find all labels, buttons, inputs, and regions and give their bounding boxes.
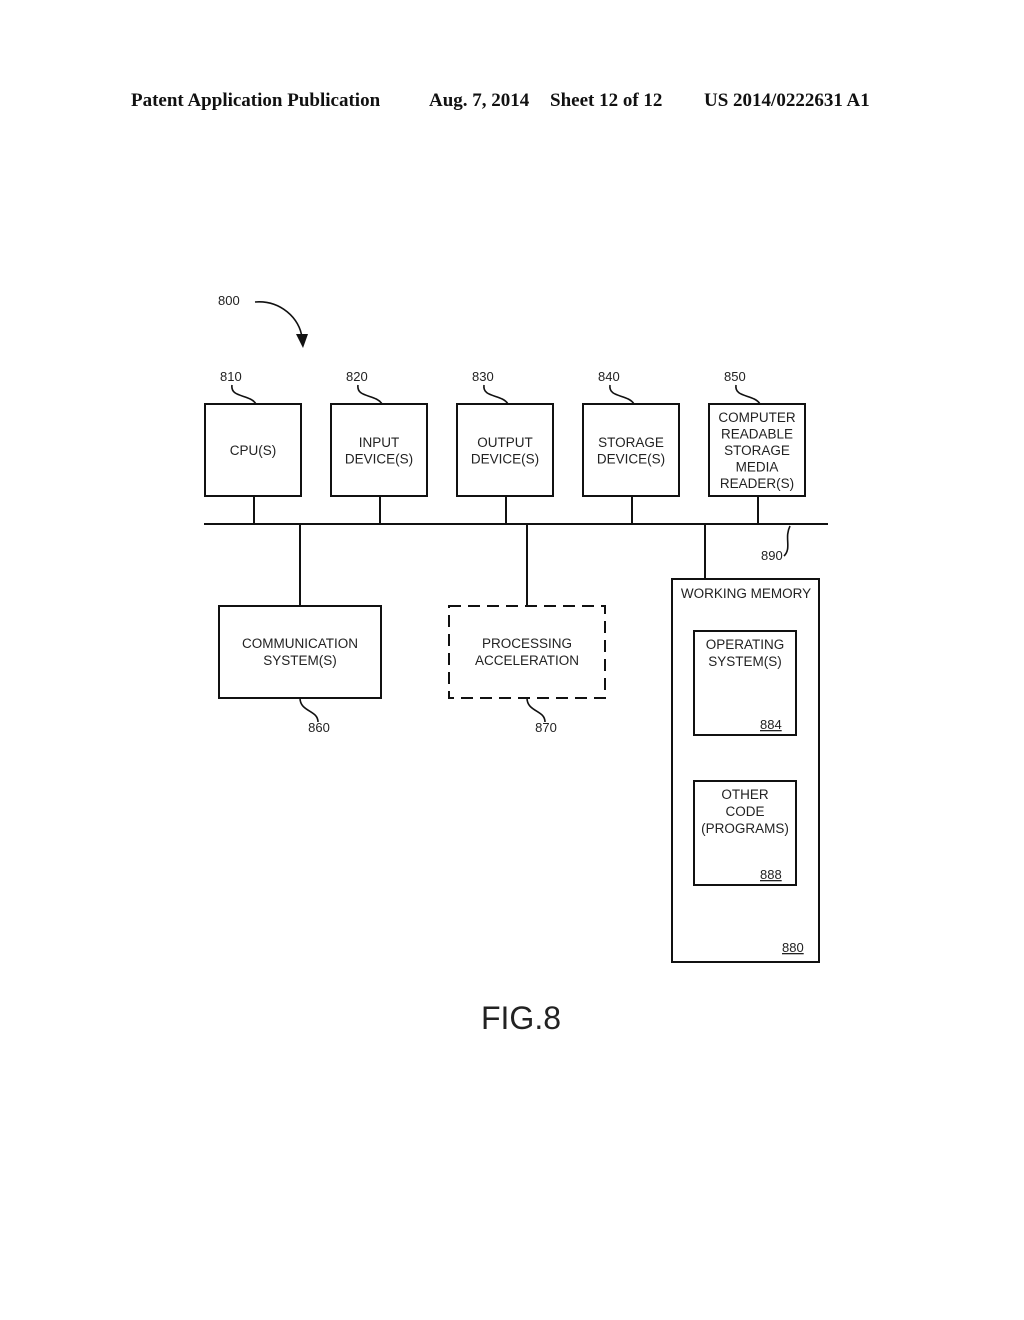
os-label-line-1: OPERATING — [706, 637, 785, 652]
component-810: CPU(S) 810 — [204, 369, 302, 524]
ref-leader-line — [735, 384, 761, 405]
component-label-line: DEVICE(S) — [345, 451, 413, 466]
component-processing-acceleration: PROCESSING ACCELERATION 870 — [448, 605, 606, 735]
bus-ref-label: 890 — [761, 548, 783, 563]
component-other-code: OTHER CODE (PROGRAMS) 888 — [693, 780, 797, 886]
component-label-line: DEVICE(S) — [597, 451, 665, 466]
acceleration-ref-label: 870 — [535, 720, 557, 735]
component-box — [330, 403, 428, 497]
ref-leader-line — [357, 384, 383, 405]
working-memory-ref-label: 880 — [782, 940, 804, 955]
component-label-line: INPUT — [359, 435, 400, 450]
other-code-label-line-2: CODE — [725, 804, 764, 819]
other-code-label-line-1: OTHER — [721, 787, 769, 802]
communication-label-line-2: SYSTEM(S) — [263, 653, 337, 668]
figure-ref-arrow — [254, 301, 303, 339]
ref-leader-line — [231, 384, 257, 405]
component-ref-label: 830 — [472, 369, 494, 384]
component-label-line: STORAGE — [598, 435, 664, 450]
other-code-ref-label: 888 — [760, 867, 782, 882]
figure-ref-label: 800 — [218, 293, 240, 308]
communication-ref-label: 860 — [308, 720, 330, 735]
component-operating-system: OPERATING SYSTEM(S) 884 — [693, 630, 797, 736]
component-label-line: STORAGE — [724, 443, 790, 458]
component-ref-label: 810 — [220, 369, 242, 384]
component-840: STORAGEDEVICE(S) 840 — [582, 369, 680, 524]
component-communication-system: COMMUNICATION SYSTEM(S) 860 — [218, 605, 382, 735]
other-code-label-line-3: (PROGRAMS) — [701, 821, 789, 836]
figure-8-diagram: 800 890 CPU(S)810INPUTDEVICE(S)820OUTPUT… — [204, 293, 828, 1036]
working-memory-title: WORKING MEMORY — [681, 586, 811, 601]
arrow-head-icon — [296, 334, 308, 348]
ref-leader-line — [609, 384, 635, 405]
component-label-line: MEDIA — [736, 460, 779, 475]
component-label-line: COMPUTER — [718, 410, 796, 425]
component-box — [582, 403, 680, 497]
os-label-line-2: SYSTEM(S) — [708, 654, 782, 669]
component-830: OUTPUTDEVICE(S) 830 — [456, 369, 554, 524]
component-ref-label: 850 — [724, 369, 746, 384]
ref-leader-line — [483, 384, 509, 405]
component-ref-label: 840 — [598, 369, 620, 384]
component-850: COMPUTER READABLESTORAGE MEDIAREADER(S) 850 — [708, 369, 806, 524]
component-label-line: DEVICE(S) — [471, 451, 539, 466]
component-label-line: READER(S) — [720, 476, 794, 491]
bus-ref-leader — [783, 525, 791, 557]
figure-caption: FIG.8 — [481, 1000, 561, 1036]
component-working-memory: WORKING MEMORY OPERATING SYSTEM(S) 884 O… — [671, 578, 820, 963]
os-ref-label: 884 — [760, 717, 782, 732]
component-820: INPUTDEVICE(S) 820 — [330, 369, 428, 524]
communication-label-line-1: COMMUNICATION — [242, 636, 358, 651]
component-box — [456, 403, 554, 497]
component-label-line: OUTPUT — [477, 435, 533, 450]
acceleration-label-line-1: PROCESSING — [482, 636, 572, 651]
component-label-line: READABLE — [721, 427, 793, 442]
component-ref-label: 820 — [346, 369, 368, 384]
component-label-line: CPU(S) — [230, 443, 277, 458]
acceleration-label-line-2: ACCELERATION — [475, 653, 579, 668]
